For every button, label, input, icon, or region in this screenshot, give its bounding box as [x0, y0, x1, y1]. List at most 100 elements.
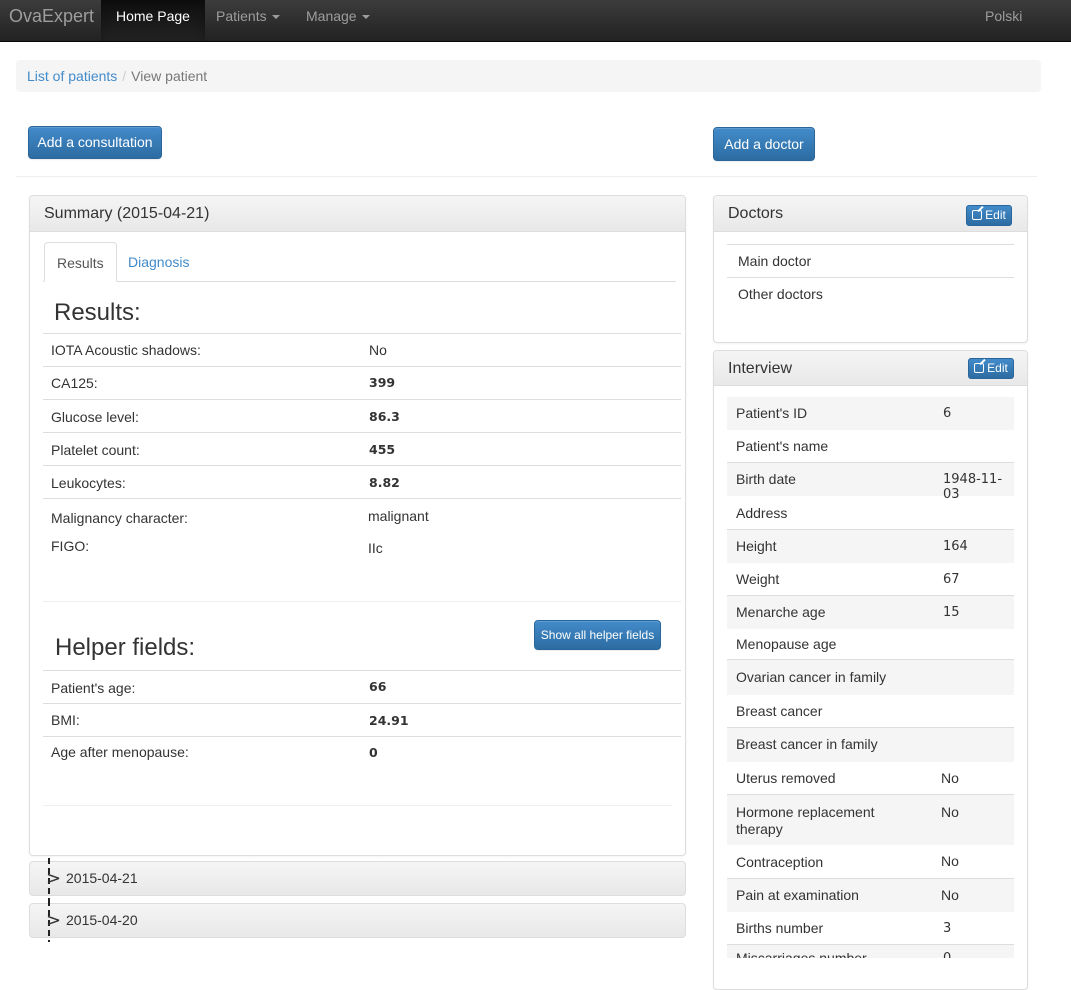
interview-row: Birth date 1948-11-03 — [727, 463, 1014, 502]
add-consultation-button[interactable]: Add a consultation — [28, 126, 162, 159]
consultation-date: 2015-04-21 — [66, 870, 138, 886]
helper-label: Age after menopause: — [51, 744, 189, 760]
interview-label: Address — [736, 505, 788, 521]
edit-doctors-button[interactable]: Edit — [966, 205, 1012, 226]
interview-value: No — [941, 887, 959, 903]
row-divider — [43, 703, 681, 704]
consultation-row[interactable]: > 2015-04-21 — [29, 858, 686, 900]
result-label: Leukocytes: — [51, 475, 126, 491]
show-helper-fields-button[interactable]: Show all helper fields — [534, 620, 661, 650]
interview-label: Births number — [736, 920, 824, 936]
helper-value: 24.91 — [369, 713, 409, 728]
interview-row: Menarche age 15 — [727, 596, 1014, 629]
breadcrumb-separator: / — [122, 68, 127, 84]
chevron-right-icon: > — [46, 910, 62, 931]
results-heading: Results: — [54, 299, 141, 326]
interview-label: Menopause age — [736, 636, 837, 652]
language-label: Polski — [985, 8, 1023, 24]
row-divider — [43, 366, 681, 367]
nav-home[interactable]: Home Page — [101, 0, 205, 41]
interview-row: Ovarian cancer in family — [727, 660, 1014, 695]
nav-manage-dropdown[interactable]: Manage — [291, 0, 385, 41]
result-label: IOTA Acoustic shadows: — [51, 342, 201, 358]
interview-value: 164 — [943, 539, 968, 554]
interview-row: Births number 3 — [727, 912, 1014, 945]
interview-label: Patient's ID — [736, 405, 808, 421]
breadcrumb-list-link[interactable]: List of patients — [27, 68, 117, 84]
interview-row: Address — [727, 497, 1014, 530]
interview-label: Contraception — [736, 854, 824, 870]
row-divider — [727, 277, 1014, 278]
nav-home-label: Home Page — [116, 8, 190, 24]
interview-row: Contraception No — [727, 845, 1014, 878]
row-divider — [43, 465, 681, 466]
row-divider — [43, 498, 681, 499]
main-doctor-label: Main doctor — [738, 253, 812, 269]
interview-title: Interview — [728, 360, 793, 377]
summary-title: Summary (2015-04-21) — [44, 205, 210, 222]
interview-value: No — [941, 770, 959, 786]
result-label: Malignancy character: — [51, 510, 188, 526]
interview-row: Patient's ID 6 — [727, 397, 1014, 430]
interview-value: 0 — [943, 951, 951, 958]
helper-value: 0 — [369, 745, 378, 760]
helper-label: Patient's age: — [51, 680, 136, 696]
result-label: FIGO: — [51, 538, 90, 554]
interview-value: 6 — [943, 406, 952, 421]
tab-results[interactable]: Results — [44, 242, 117, 282]
interview-label: Weight — [736, 571, 780, 587]
helper-fields-heading: Helper fields: — [55, 634, 196, 661]
helper-value: 66 — [369, 679, 387, 694]
interview-row: Pain at examination No — [727, 879, 1014, 912]
result-value: 86.3 — [369, 409, 400, 424]
interview-value: No — [941, 853, 959, 869]
interview-label: Birth date — [736, 471, 796, 487]
interview-row: Hormone replacement therapy No — [727, 795, 1014, 845]
brand-logo[interactable]: OvaExpert — [9, 0, 94, 41]
nav-patients-label: Patients — [216, 8, 267, 24]
add-doctor-button[interactable]: Add a doctor — [713, 127, 815, 161]
row-divider — [43, 399, 681, 400]
interview-label: Breast cancer — [736, 703, 823, 719]
result-value: 455 — [369, 442, 396, 457]
interview-label: Uterus removed — [736, 770, 836, 786]
section-divider — [43, 805, 672, 806]
interview-label: Pain at examination — [736, 887, 859, 903]
result-label: Platelet count: — [51, 442, 140, 458]
section-divider — [43, 601, 681, 602]
edit-label: Edit — [985, 208, 1006, 222]
row-divider — [43, 670, 681, 671]
nav-patients-dropdown[interactable]: Patients — [201, 0, 295, 41]
interview-row: Breast cancer in family — [727, 728, 1014, 762]
result-value: No — [369, 342, 387, 358]
interview-row: Menopause age — [727, 629, 1014, 660]
interview-label: Ovarian cancer in family — [736, 669, 887, 685]
tab-diagnosis[interactable]: Diagnosis — [116, 242, 201, 282]
language-switch[interactable]: Polski — [970, 0, 1037, 41]
edit-icon — [972, 210, 983, 220]
result-value: 8.82 — [369, 475, 400, 490]
interview-label: Breast cancer in family — [736, 736, 878, 752]
interview-row: Breast cancer — [727, 695, 1014, 728]
edit-interview-button[interactable]: Edit — [968, 358, 1014, 379]
interview-row: Weight 67 — [727, 563, 1014, 596]
result-value: IIc — [368, 540, 383, 556]
interview-row: Uterus removed No — [727, 762, 1014, 794]
interview-value: No — [941, 804, 959, 820]
result-label: Glucose level: — [51, 409, 139, 425]
caret-down-icon — [271, 15, 280, 20]
edit-icon — [974, 363, 985, 373]
consultation-row[interactable]: > 2015-04-20 — [29, 900, 686, 942]
other-doctors-label: Other doctors — [738, 286, 823, 302]
top-navbar: OvaExpert Home Page Patients Manage Pols… — [0, 0, 1071, 42]
chevron-right-icon: > — [46, 868, 62, 889]
row-divider — [727, 244, 1014, 245]
breadcrumb-current: View patient — [131, 68, 208, 84]
consultation-date: 2015-04-20 — [66, 912, 138, 928]
nav-manage-label: Manage — [306, 8, 357, 24]
interview-row: Height 164 — [727, 530, 1014, 563]
interview-row: Patient's name — [727, 430, 1014, 463]
interview-label: Height — [736, 538, 777, 554]
interview-label: Patient's name — [736, 438, 829, 454]
row-divider — [43, 736, 681, 737]
